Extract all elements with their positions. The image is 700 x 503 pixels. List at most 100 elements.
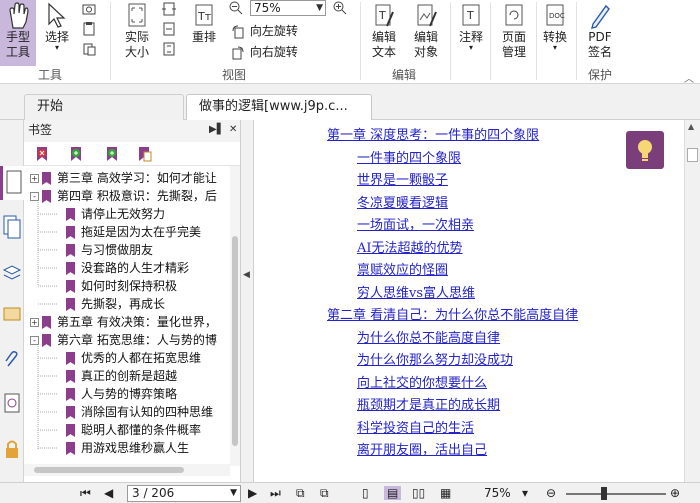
select-button[interactable]: 选择 ▾: [42, 2, 72, 52]
edit-object-button[interactable]: 编辑 对象: [406, 2, 446, 60]
layers-panel-button[interactable]: [0, 256, 24, 290]
toc-link[interactable]: 一件事的四个象限: [357, 147, 461, 166]
scrollbar-thumb[interactable]: [34, 467, 184, 473]
pdf-sign-button[interactable]: PDF 签名: [582, 2, 618, 60]
toc-link[interactable]: 为什么你总不能高度自律: [357, 327, 500, 346]
zoom-in-icon[interactable]: [332, 0, 348, 19]
next-view-icon[interactable]: ⧉: [320, 486, 329, 501]
last-page-icon[interactable]: ⏭: [270, 486, 281, 501]
zoom-slider[interactable]: [566, 493, 666, 495]
tab-document[interactable]: 做事的逻辑[www.j9p.c...: [186, 94, 372, 120]
bookmark-item[interactable]: 没套路的人生才精彩: [66, 259, 189, 277]
next-page-icon[interactable]: ▶: [248, 486, 257, 500]
bookmark-item[interactable]: 拖延是因为太在乎完美: [66, 223, 201, 241]
bookmark-item[interactable]: 与习惯做朋友: [66, 241, 153, 259]
expand-toggle-icon[interactable]: +: [30, 174, 39, 183]
comments-panel-button[interactable]: [0, 300, 24, 334]
signatures-panel-button[interactable]: [0, 388, 24, 422]
scrollbar-thumb[interactable]: [687, 148, 698, 162]
zoom-dropdown-icon[interactable]: ▾: [522, 486, 528, 500]
bookmark-properties-icon[interactable]: [136, 146, 152, 162]
continuous-facing-view-icon[interactable]: ▦: [440, 486, 451, 500]
continuous-view-icon[interactable]: ▤: [384, 486, 402, 500]
bookmark-item[interactable]: - 第六章 拓宽思维：人与势的博: [30, 331, 217, 349]
bookmark-item[interactable]: 用游戏思维秒赢人生: [66, 439, 189, 457]
bookmark-horizontal-scrollbar[interactable]: [24, 464, 230, 476]
hand-tool-button[interactable]: 手型 工具: [0, 2, 36, 60]
bookmark-item[interactable]: 消除固有认知的四种思维: [66, 403, 213, 421]
actual-size-button[interactable]: 实际 大小: [118, 2, 156, 60]
scrollbar-thumb[interactable]: [232, 236, 238, 446]
zoom-out-icon[interactable]: [228, 0, 244, 19]
collapse-panel-icon[interactable]: ◀: [243, 270, 250, 280]
panel-options-icon[interactable]: ▶▌: [209, 120, 224, 140]
security-panel-button[interactable]: [0, 434, 24, 468]
expand-toggle-icon[interactable]: +: [30, 318, 39, 327]
zoom-slider-thumb[interactable]: [601, 487, 607, 500]
first-page-icon[interactable]: ⏮: [80, 486, 91, 501]
toc-link[interactable]: 禀赋效应的怪圈: [357, 259, 448, 278]
toc-link[interactable]: 第二章 看清自己：为什么你总不能高度自律: [327, 304, 578, 323]
previous-view-icon[interactable]: ⧉: [296, 486, 305, 501]
thumbnails-panel-button[interactable]: [0, 210, 24, 244]
ribbon-collapse-icon[interactable]: ︿: [684, 70, 694, 85]
bookmark-item[interactable]: 人与势的博弈策略: [66, 385, 177, 403]
toc-link[interactable]: 向上社交的你想要什么: [357, 372, 487, 391]
facing-view-icon[interactable]: ▯▯: [412, 486, 425, 500]
convert-icon: DOC: [546, 4, 565, 26]
bookmark-item[interactable]: 请停止无效努力: [66, 205, 165, 223]
toc-link[interactable]: 科学投资自己的生活: [357, 417, 474, 436]
bookmark-vertical-scrollbar[interactable]: [230, 166, 240, 466]
zoom-select[interactable]: 75% ▼: [250, 0, 326, 16]
screenshot-tool-icon[interactable]: [80, 2, 98, 19]
toc-link[interactable]: 为什么你那么努力却没成功: [357, 349, 513, 368]
clipboard-icon[interactable]: [80, 22, 98, 39]
previous-page-icon[interactable]: ◀: [104, 486, 113, 500]
tips-button[interactable]: [626, 131, 664, 169]
single-page-view-icon[interactable]: ▯: [362, 486, 369, 500]
document-vertical-scrollbar[interactable]: ▲: [684, 120, 700, 482]
bookmark-item[interactable]: 如何时刻保持积极: [66, 277, 177, 295]
attachments-panel-button[interactable]: [0, 344, 24, 378]
zoom-out-icon[interactable]: ⊖: [546, 486, 556, 500]
bookmark-item[interactable]: 先撕裂，再成长: [66, 295, 165, 313]
collapse-toggle-icon[interactable]: -: [30, 192, 39, 201]
bookmark-item[interactable]: + 第五章 有效决策：量化世界，: [30, 313, 217, 331]
add-child-bookmark-icon[interactable]: [104, 146, 120, 162]
toc-link[interactable]: 冬凉夏暖看逻辑: [357, 192, 448, 211]
toc-link[interactable]: 一场面试，一次相亲: [357, 214, 474, 233]
page-number-field[interactable]: 3 / 206 ▼: [127, 485, 241, 502]
toc-link[interactable]: 离开朋友圈，活出自己: [357, 439, 487, 458]
convert-button[interactable]: DOC 转换 ▾: [540, 2, 570, 52]
toc-link[interactable]: AI无法超越的优势: [357, 237, 463, 256]
bookmark-item[interactable]: + 第三章 高效学习：如何才能让: [30, 169, 217, 187]
scroll-up-icon[interactable]: ▲: [688, 122, 694, 131]
tab-start[interactable]: 开始: [24, 94, 184, 120]
edit-text-button[interactable]: T 编辑 文本: [366, 2, 402, 60]
bookmark-item[interactable]: 真正的创新是超越: [66, 367, 177, 385]
rotate-right-button[interactable]: 向右旋转: [230, 43, 298, 60]
delete-bookmark-icon[interactable]: [34, 146, 50, 162]
panel-close-icon[interactable]: ✕: [229, 120, 237, 140]
reflow-button[interactable]: Tт 重排: [188, 2, 220, 45]
toc-link[interactable]: 瓶颈期才是真正的成长期: [357, 394, 500, 413]
document-tab-bar: 开始 做事的逻辑[www.j9p.c...: [0, 84, 700, 120]
comment-button[interactable]: T 注释 ▾: [456, 2, 486, 52]
bookmark-panel-button[interactable]: [0, 166, 24, 200]
fit-width-icon[interactable]: [160, 22, 178, 39]
toc-link[interactable]: 世界是一颗骰子: [357, 169, 448, 188]
bookmark-item[interactable]: 聪明人都懂的条件概率: [66, 421, 201, 439]
zoom-in-icon[interactable]: ⊕: [670, 486, 680, 500]
fit-visible-icon[interactable]: [160, 42, 178, 59]
bookmark-item[interactable]: - 第四章 积极意识：先撕裂，后: [30, 187, 217, 205]
paste-icon[interactable]: [80, 42, 98, 59]
toc-link[interactable]: 第一章 深度思考：一件事的四个象限: [327, 124, 539, 143]
toc-link[interactable]: 穷人思维vs富人思维: [357, 282, 475, 301]
page-manage-button[interactable]: 页面 管理: [496, 2, 532, 60]
fit-page-icon[interactable]: [160, 2, 178, 19]
panel-splitter[interactable]: ◀: [240, 120, 254, 482]
collapse-toggle-icon[interactable]: -: [30, 336, 39, 345]
bookmark-item[interactable]: 优秀的人都在拓宽思维: [66, 349, 201, 367]
add-bookmark-icon[interactable]: [68, 146, 84, 162]
rotate-left-button[interactable]: 向左旋转: [230, 22, 298, 39]
